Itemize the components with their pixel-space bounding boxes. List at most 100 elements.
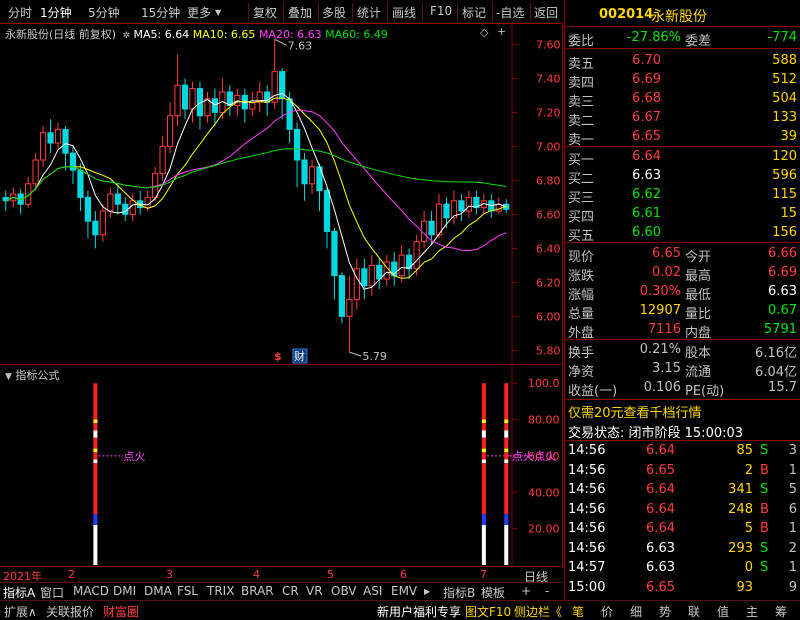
bid-price: 6.64 [632, 149, 661, 164]
stat-value: 6.65 [652, 246, 681, 261]
tab-trix[interactable]: TRIX [207, 584, 234, 598]
ask-volume: 133 [772, 110, 797, 125]
mark-button[interactable]: 标记 [462, 4, 486, 21]
tick-row[interactable]: 14:56 6.64 341 S 5 [565, 481, 800, 500]
tab-5min[interactable]: 5分钟 [88, 4, 120, 21]
tick-row[interactable]: 14:56 6.64 248 B 6 [565, 501, 800, 520]
candle-body [428, 220, 435, 236]
tab-tick[interactable]: 笔 [572, 603, 584, 620]
signal-bar-segment [93, 525, 98, 565]
tab-indicator-b[interactable]: 指标B [443, 584, 475, 601]
add-icon[interactable]: + [497, 25, 506, 38]
tab-15min[interactable]: 15分钟 [141, 4, 180, 21]
ask-row[interactable]: 卖二 6.67 133 [565, 109, 800, 129]
tab-trend[interactable]: 势 [659, 603, 671, 620]
indicator-chart[interactable]: 100.0 80.00 60.00 40.00 20.00 点火 点火 点火 ▼ 指标公式 [0, 364, 563, 568]
tab-intraday[interactable]: 分时 [8, 4, 32, 21]
tab-detail[interactable]: 细 [630, 603, 642, 620]
tab-1min[interactable]: 1分钟 [40, 4, 72, 21]
tab-dma[interactable]: DMA [144, 584, 172, 598]
bid-row[interactable]: 买一 6.64 120 [565, 148, 800, 168]
promo-text[interactable]: 仅需20元查看千档行情 [568, 402, 702, 421]
tab-fsl[interactable]: FSL [177, 584, 198, 598]
ask-row[interactable]: 卖四 6.69 512 [565, 71, 800, 91]
signal-bar-segment [481, 430, 486, 438]
statistics-button[interactable]: 统计 [357, 4, 381, 21]
tick-row[interactable]: 15:00 6.65 93 9 [565, 579, 800, 598]
back-button[interactable]: 返回 [534, 4, 558, 21]
zoom-in-button[interactable]: + [521, 584, 531, 598]
tab-indicator-a[interactable]: 指标A [3, 584, 35, 601]
candle-body [107, 193, 114, 212]
tab-cr[interactable]: CR [282, 584, 299, 598]
tab-template[interactable]: 模板 [481, 584, 505, 601]
stat-value: 0.67 [768, 303, 797, 318]
tick-row[interactable]: 14:56 6.64 85 S 3 [565, 442, 800, 461]
tab-macd[interactable]: MACD [73, 584, 109, 598]
zoom-out-button[interactable]: - [545, 584, 549, 598]
signal-bar-segment [93, 452, 98, 460]
diamond-icon[interactable]: ◇ [480, 26, 488, 39]
rights-adjust-button[interactable]: 复权 [253, 4, 277, 21]
tick-row[interactable]: 14:57 6.63 0 S 1 [565, 559, 800, 578]
tab-main[interactable]: 主 [746, 603, 758, 620]
tick-row[interactable]: 14:56 6.64 5 B 1 [565, 520, 800, 539]
promo-link[interactable]: 新用户福利专享 [377, 603, 461, 620]
tab-brar[interactable]: BRAR [241, 584, 274, 598]
chevron-down-icon[interactable]: ▼ [215, 8, 221, 17]
bid-label: 买四 [568, 210, 595, 225]
gear-icon[interactable]: ✲ [120, 31, 130, 41]
tick-row[interactable]: 14:56 6.65 2 B 1 [565, 462, 800, 481]
ask-price: 6.67 [632, 110, 661, 125]
tab-value[interactable]: 值 [717, 603, 729, 620]
bid-row[interactable]: 买三 6.62 115 [565, 186, 800, 206]
chevron-down-icon[interactable]: ▼ [5, 372, 12, 382]
tab-window[interactable]: 窗口 [40, 584, 64, 601]
chevron-right-icon[interactable]: ▶ [424, 587, 430, 596]
tab-price[interactable]: 价 [601, 603, 613, 620]
ask-row[interactable]: 卖一 6.65 39 [565, 128, 800, 148]
tick-row[interactable]: 14:56 6.63 293 S 2 [565, 540, 800, 559]
tick-count: 1 [788, 560, 797, 575]
ask-row[interactable]: 卖五 6.70 588 [565, 52, 800, 72]
tab-chips[interactable]: 筹 [775, 603, 787, 620]
multi-stock-button[interactable]: 多股 [322, 4, 346, 21]
tab-asi[interactable]: ASI [363, 584, 382, 598]
tab-more[interactable]: 更多 [187, 4, 211, 21]
tab-dmi[interactable]: DMI [113, 584, 136, 598]
kline-chart[interactable]: 7.60 7.40 7.20 7.00 6.80 6.60 6.40 6.20 6.00 5.80… [0, 24, 563, 364]
remove-watchlist-button[interactable]: -自选 [496, 4, 524, 21]
stat-row: 涨幅 0.30% 最低 6.63 [565, 283, 800, 303]
signal-label: 点火 [534, 450, 556, 463]
trade-status-row: 交易状态: 闭市阶段 15:00:03 [565, 421, 800, 441]
bid-row[interactable]: 买二 6.63 596 [565, 167, 800, 187]
expand-button[interactable]: 扩展∧ [4, 603, 37, 620]
related-quote-button[interactable]: 关联报价 [46, 603, 94, 620]
f10-button[interactable]: F10 [430, 4, 452, 18]
tick-volume: 93 [736, 579, 753, 595]
stat-label: PE(动) [685, 384, 725, 399]
sidebar-toggle[interactable]: 侧边栏《 [514, 603, 562, 620]
ask-row[interactable]: 卖三 6.68 504 [565, 90, 800, 110]
period-toolbar: 分时 1分钟 5分钟 15分钟 更多 ▼ 复权 叠加 多股 统计 画线 F10 … [0, 0, 563, 24]
indicator-header[interactable]: ▼ 指标公式 [5, 367, 59, 383]
tick-price: 6.64 [646, 501, 675, 517]
draw-line-button[interactable]: 画线 [392, 4, 416, 21]
tab-linked[interactable]: 联 [688, 603, 700, 620]
promo-row[interactable]: 仅需20元查看千档行情 [565, 401, 800, 421]
signal-bar-segment [93, 448, 98, 453]
wealth-circle-button[interactable]: 财富圈 [103, 603, 139, 620]
tab-vr[interactable]: VR [306, 584, 323, 598]
bid-row[interactable]: 买四 6.61 15 [565, 205, 800, 225]
f10-link[interactable]: 图文F10 [465, 603, 511, 620]
tab-emv[interactable]: EMV [391, 584, 417, 598]
stat-row: 净资 3.15 流通 6.04亿 [565, 360, 800, 380]
signal-bar-segment [481, 448, 486, 453]
candle-body [47, 132, 54, 144]
tick-count: 2 [788, 540, 797, 556]
overlay-button[interactable]: 叠加 [288, 4, 312, 21]
bid-row[interactable]: 买五 6.60 156 [565, 224, 800, 244]
tab-obv[interactable]: OBV [331, 584, 357, 598]
candle-body [39, 132, 47, 161]
price-tick-label: 7.60 [536, 38, 561, 51]
